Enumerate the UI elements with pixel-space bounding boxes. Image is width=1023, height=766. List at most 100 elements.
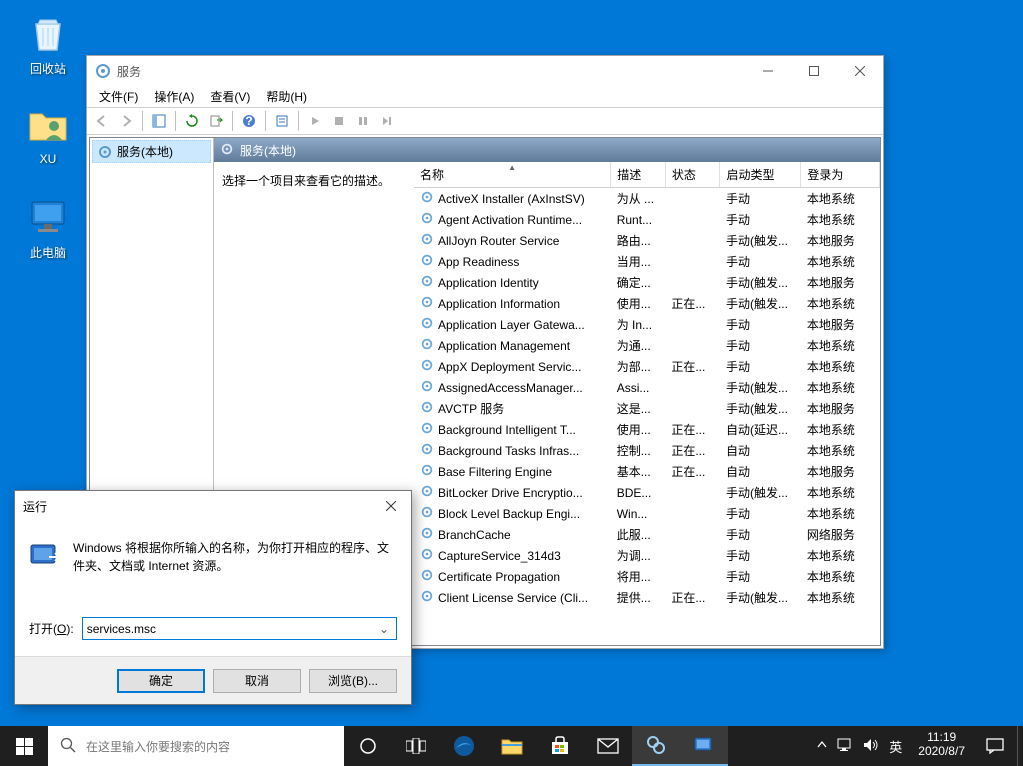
desktop-icon-label: 此电脑 bbox=[10, 244, 86, 261]
open-combobox[interactable]: ⌄ bbox=[82, 617, 397, 640]
service-row[interactable]: CaptureService_314d3为调...手动本地系统 bbox=[414, 545, 880, 566]
cancel-button[interactable]: 取消 bbox=[213, 669, 301, 693]
action-center-button[interactable] bbox=[973, 726, 1017, 766]
desktop-icon-user-folder[interactable]: XU bbox=[10, 100, 86, 166]
properties-button[interactable] bbox=[271, 110, 293, 132]
service-row[interactable]: BitLocker Drive Encryptio...BDE...手动(触发.… bbox=[414, 482, 880, 503]
taskbar-store[interactable] bbox=[536, 726, 584, 766]
taskbar-edge[interactable] bbox=[440, 726, 488, 766]
taskbar-search[interactable]: 在这里输入你要搜索的内容 bbox=[48, 726, 344, 766]
gear-icon bbox=[420, 484, 434, 501]
service-desc: 为部... bbox=[611, 356, 666, 377]
gear-icon bbox=[420, 547, 434, 564]
gear-icon bbox=[420, 337, 434, 354]
computer-icon bbox=[24, 192, 72, 240]
service-row[interactable]: Application Identity确定...手动(触发...本地服务 bbox=[414, 272, 880, 293]
service-row[interactable]: AllJoyn Router Service路由...手动(触发...本地服务 bbox=[414, 230, 880, 251]
services-list[interactable]: 名称▲ 描述 状态 启动类型 登录为 ActiveX Installer (Ax… bbox=[414, 162, 880, 645]
column-startup-type[interactable]: 启动类型 bbox=[720, 162, 801, 188]
network-icon[interactable] bbox=[837, 738, 853, 755]
ok-button[interactable]: 确定 bbox=[117, 669, 205, 693]
tray-chevron-up-icon[interactable] bbox=[817, 739, 827, 753]
service-row[interactable]: AppX Deployment Servic...为部...正在...手动本地系… bbox=[414, 356, 880, 377]
menu-view[interactable]: 查看(V) bbox=[202, 86, 258, 107]
taskbar-mail[interactable] bbox=[584, 726, 632, 766]
service-startup: 手动 bbox=[720, 188, 801, 210]
service-startup: 手动 bbox=[720, 545, 801, 566]
show-desktop-button[interactable] bbox=[1017, 726, 1023, 766]
service-status bbox=[665, 209, 720, 230]
column-status[interactable]: 状态 bbox=[665, 162, 720, 188]
volume-icon[interactable] bbox=[863, 738, 879, 755]
service-row[interactable]: Agent Activation Runtime...Runt...手动本地系统 bbox=[414, 209, 880, 230]
run-dialog: 运行 Windows 将根据你所输入的名称，为你打开相应的程序、文件夹、文档或 … bbox=[14, 490, 412, 705]
service-name: Application Identity bbox=[438, 276, 539, 290]
service-name: CaptureService_314d3 bbox=[438, 549, 561, 563]
export-button[interactable] bbox=[205, 110, 227, 132]
menu-help[interactable]: 帮助(H) bbox=[258, 86, 315, 107]
service-row[interactable]: Background Intelligent T...使用...正在...自动(… bbox=[414, 419, 880, 440]
task-view-button[interactable] bbox=[392, 726, 440, 766]
service-row[interactable]: Application Layer Gatewa...为 In...手动本地服务 bbox=[414, 314, 880, 335]
service-row[interactable]: AVCTP 服务这是...手动(触发...本地服务 bbox=[414, 398, 880, 419]
menu-action[interactable]: 操作(A) bbox=[146, 86, 202, 107]
service-row[interactable]: Application Information使用...正在...手动(触发..… bbox=[414, 293, 880, 314]
service-row[interactable]: ActiveX Installer (AxInstSV)为从 ...手动本地系统 bbox=[414, 188, 880, 210]
service-name: Base Filtering Engine bbox=[438, 465, 552, 479]
chevron-down-icon[interactable]: ⌄ bbox=[376, 622, 392, 636]
desktop-icon-recycle-bin[interactable]: 回收站 bbox=[10, 8, 86, 77]
refresh-button[interactable] bbox=[181, 110, 203, 132]
service-startup: 手动 bbox=[720, 356, 801, 377]
service-logon: 本地系统 bbox=[801, 419, 880, 440]
service-name: AppX Deployment Servic... bbox=[438, 360, 581, 374]
service-row[interactable]: BranchCache此服...手动网络服务 bbox=[414, 524, 880, 545]
service-startup: 手动 bbox=[720, 251, 801, 272]
run-titlebar[interactable]: 运行 bbox=[15, 491, 411, 521]
service-startup: 手动 bbox=[720, 503, 801, 524]
recycle-bin-icon bbox=[24, 8, 72, 56]
minimize-button[interactable] bbox=[745, 56, 791, 86]
desktop-icon-this-pc[interactable]: 此电脑 bbox=[10, 192, 86, 261]
close-button[interactable] bbox=[837, 56, 883, 86]
column-name[interactable]: 名称▲ bbox=[414, 162, 611, 188]
show-hide-tree-button[interactable] bbox=[148, 110, 170, 132]
taskbar: 在这里输入你要搜索的内容 英 11:19 2020/8/7 bbox=[0, 726, 1023, 766]
service-logon: 本地系统 bbox=[801, 209, 880, 230]
service-name: App Readiness bbox=[438, 255, 519, 269]
help-button[interactable]: ? bbox=[238, 110, 260, 132]
service-row[interactable]: AssignedAccessManager...Assi...手动(触发...本… bbox=[414, 377, 880, 398]
service-row[interactable]: Certificate Propagation将用...手动本地系统 bbox=[414, 566, 880, 587]
service-row[interactable]: Block Level Backup Engi...Win...手动本地系统 bbox=[414, 503, 880, 524]
titlebar[interactable]: 服务 bbox=[87, 56, 883, 86]
taskbar-services[interactable] bbox=[632, 726, 680, 766]
column-logon-as[interactable]: 登录为 bbox=[801, 162, 880, 188]
gear-icon bbox=[420, 358, 434, 375]
menu-file[interactable]: 文件(F) bbox=[91, 86, 146, 107]
service-row[interactable]: App Readiness当用...手动本地系统 bbox=[414, 251, 880, 272]
maximize-button[interactable] bbox=[791, 56, 837, 86]
service-desc: 控制... bbox=[611, 440, 666, 461]
service-desc: 为从 ... bbox=[611, 188, 666, 210]
column-description[interactable]: 描述 bbox=[611, 162, 666, 188]
start-button[interactable] bbox=[0, 726, 48, 766]
service-row[interactable]: Client License Service (Cli...提供...正在...… bbox=[414, 587, 880, 608]
browse-button[interactable]: 浏览(B)... bbox=[309, 669, 397, 693]
taskbar-clock[interactable]: 11:19 2020/8/7 bbox=[910, 726, 973, 766]
pause-service-button bbox=[352, 110, 374, 132]
cortana-button[interactable] bbox=[344, 726, 392, 766]
taskbar-explorer[interactable] bbox=[488, 726, 536, 766]
service-status: 正在... bbox=[665, 461, 720, 482]
taskbar-run[interactable] bbox=[680, 726, 728, 766]
close-button[interactable] bbox=[371, 491, 411, 521]
forward-button bbox=[115, 110, 137, 132]
tree-node-services-local[interactable]: 服务(本地) bbox=[92, 140, 211, 163]
service-startup: 手动(触发... bbox=[720, 482, 801, 503]
ime-indicator[interactable]: 英 bbox=[889, 737, 902, 756]
service-row[interactable]: Base Filtering Engine基本...正在...自动本地服务 bbox=[414, 461, 880, 482]
gear-icon bbox=[420, 379, 434, 396]
service-status bbox=[665, 377, 720, 398]
service-row[interactable]: Background Tasks Infras...控制...正在...自动本地… bbox=[414, 440, 880, 461]
service-row[interactable]: Application Management为通...手动本地系统 bbox=[414, 335, 880, 356]
service-status bbox=[665, 314, 720, 335]
open-input[interactable] bbox=[87, 622, 376, 636]
